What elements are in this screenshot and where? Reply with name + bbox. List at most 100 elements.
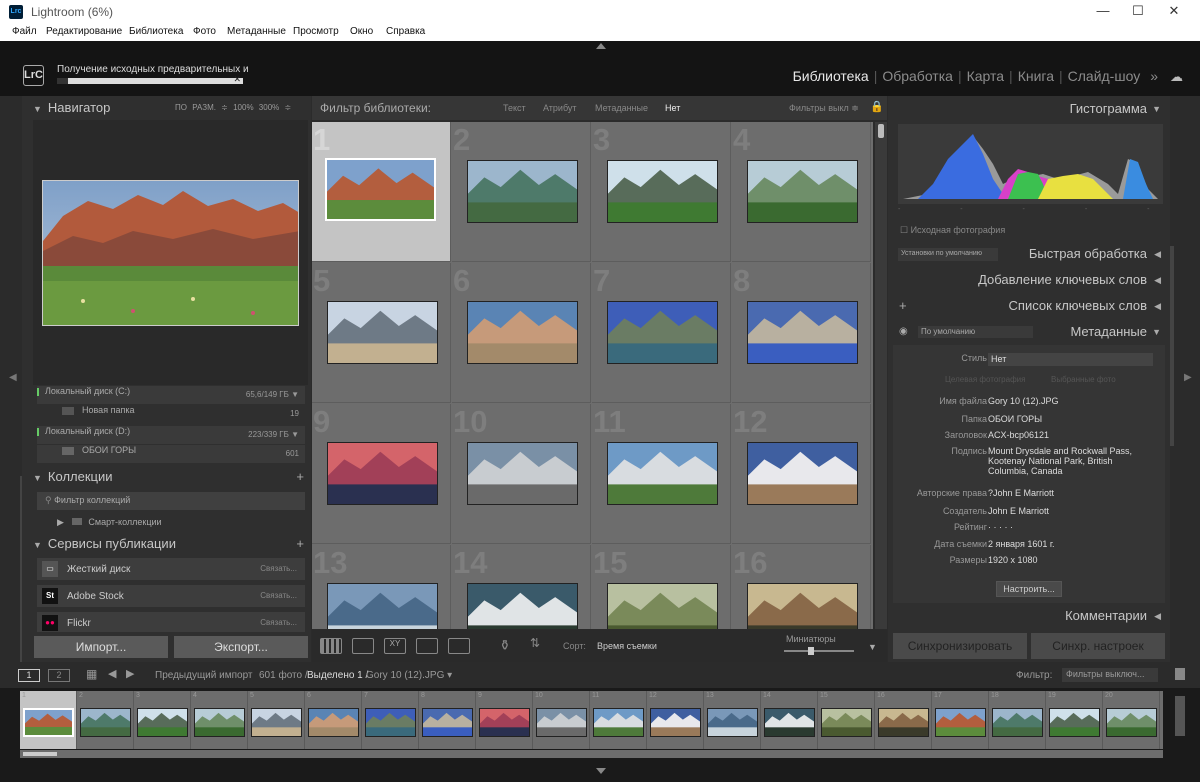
photo-thumbnail[interactable]	[747, 583, 858, 629]
photo-thumbnail[interactable]	[607, 160, 718, 223]
window-2-button[interactable]: 2	[48, 669, 70, 682]
menu-help[interactable]: Справка	[386, 26, 425, 37]
filmstrip-thumbnail[interactable]	[764, 708, 815, 737]
filmstrip-cell[interactable]: 14	[761, 691, 818, 749]
photo-thumbnail[interactable]	[327, 442, 438, 505]
filmstrip-thumbnail[interactable]	[23, 708, 74, 737]
configure-button[interactable]: Настроить...	[996, 581, 1062, 597]
folder-disk-d[interactable]: Локальный диск (D:) 223/339 ГБ ▼	[37, 426, 305, 444]
filmstrip-cell[interactable]: 8	[419, 691, 476, 749]
meta-value[interactable]: ?John E Marriott	[988, 488, 1153, 498]
histogram-header[interactable]: Гистограмма ▼	[893, 98, 1165, 120]
filmstrip-thumbnail[interactable]	[650, 708, 701, 737]
collapse-top-icon[interactable]	[596, 43, 606, 49]
eye-icon[interactable]: ◉	[899, 321, 908, 343]
lock-icon[interactable]: 🔒	[870, 100, 884, 113]
photo-thumbnail[interactable]	[467, 160, 578, 223]
publish-header[interactable]: ▼ Сервисы публикации +	[33, 536, 308, 556]
back-icon[interactable]: ◀	[108, 667, 116, 680]
grid-cell[interactable]: 5	[312, 263, 451, 403]
meta-style-select[interactable]: Нет	[988, 353, 1153, 366]
navigator-image[interactable]	[42, 180, 299, 326]
filmstrip-cell[interactable]: 11	[590, 691, 647, 749]
filmstrip-cell[interactable]: 10	[533, 691, 590, 749]
spray-can-icon[interactable]: ⚱	[499, 637, 511, 654]
filter-text[interactable]: Текст	[503, 103, 526, 113]
collections-header[interactable]: ▼ Коллекции +	[33, 469, 308, 489]
collapse-left-icon[interactable]: ◀	[9, 372, 17, 383]
collapse-bottom-icon[interactable]	[596, 768, 606, 774]
filmstrip-vscroll[interactable]	[1175, 696, 1185, 736]
menu-photo[interactable]: Фото	[193, 26, 216, 37]
more-modules-icon[interactable]: »	[1145, 68, 1163, 84]
quick-develop-preset[interactable]: Установки по умолчанию	[898, 248, 998, 261]
menu-file[interactable]: Файл	[12, 26, 37, 37]
target-photo-tab[interactable]: Целевая фотография	[945, 375, 1025, 384]
photo-thumbnail[interactable]	[467, 442, 578, 505]
menu-window[interactable]: Окно	[350, 26, 373, 37]
close-icon[interactable]: ✕	[1156, 3, 1192, 21]
sync-button[interactable]: Синхронизировать	[893, 633, 1027, 659]
filmstrip-cell[interactable]: 12	[647, 691, 704, 749]
photo-thumbnail[interactable]	[747, 442, 858, 505]
module-book[interactable]: Книга	[1013, 68, 1059, 84]
publish-action[interactable]: Связать...	[260, 618, 297, 627]
forward-icon[interactable]: ▶	[126, 667, 134, 680]
photo-thumbnail[interactable]	[747, 301, 858, 364]
loupe-view-icon[interactable]	[352, 638, 374, 654]
filmstrip-cell[interactable]: 6	[305, 691, 362, 749]
people-view-icon[interactable]	[448, 638, 470, 654]
module-library[interactable]: Библиотека	[788, 68, 874, 84]
grid-cell[interactable]: 9	[312, 404, 451, 544]
export-button[interactable]: Экспорт...	[174, 636, 308, 658]
photo-thumbnail[interactable]	[467, 301, 578, 364]
keyword-add-header[interactable]: Добавление ключевых слов ◀	[893, 269, 1165, 291]
filmstrip-thumbnail[interactable]	[137, 708, 188, 737]
folder-disk-c[interactable]: Локальный диск (C:) 65,6/149 ГБ ▼	[37, 386, 305, 404]
photo-thumbnail[interactable]	[607, 583, 718, 629]
publish-flickr[interactable]: ●● Flickr Связать...	[37, 612, 305, 632]
metadata-preset[interactable]: По умолчанию	[918, 326, 1033, 338]
filter-metadata[interactable]: Метаданные	[595, 103, 648, 113]
menu-view[interactable]: Просмотр	[293, 26, 339, 37]
filter-presets[interactable]: Фильтры выкл ≑	[789, 103, 859, 114]
grid-cell[interactable]: 13	[312, 545, 451, 629]
filmstrip-thumbnail[interactable]	[878, 708, 929, 737]
maximize-icon[interactable]: ☐	[1120, 3, 1156, 21]
grid-cell[interactable]: 14	[452, 545, 591, 629]
filter-switch[interactable]	[1175, 668, 1185, 680]
filmstrip-cell[interactable]: 16	[875, 691, 932, 749]
filmstrip-cell[interactable]: 19	[1046, 691, 1103, 749]
grid-scrollbar[interactable]	[875, 122, 887, 629]
module-slideshow[interactable]: Слайд-шоу	[1063, 68, 1146, 84]
menu-library[interactable]: Библиотека	[129, 26, 183, 37]
menu-edit[interactable]: Редактирование	[46, 26, 122, 37]
compare-view-icon[interactable]: XY	[384, 638, 406, 654]
filmstrip-cell[interactable]: 2	[77, 691, 134, 749]
collapse-right-icon[interactable]: ▶	[1184, 372, 1192, 383]
cloud-sync-icon[interactable]: ☁	[1170, 69, 1183, 85]
filmstrip-thumbnail[interactable]	[1049, 708, 1100, 737]
filmstrip-thumbnail[interactable]	[935, 708, 986, 737]
navigator-zoom[interactable]: ПО РАЗМ. ≑ 100% 300% ≑	[175, 103, 291, 112]
original-photo-checkbox[interactable]: ☐ Исходная фотография	[900, 225, 1005, 236]
filmstrip-thumbnail[interactable]	[479, 708, 530, 737]
publish-adobestock[interactable]: St Adobe Stock Связать...	[37, 585, 305, 607]
survey-view-icon[interactable]	[416, 638, 438, 654]
filmstrip-thumbnail[interactable]	[593, 708, 644, 737]
filmstrip-cell[interactable]: 20	[1103, 691, 1160, 749]
filmstrip-thumbnail[interactable]	[80, 708, 131, 737]
sort-direction-icon[interactable]: ⇅	[530, 636, 540, 650]
grid-cell[interactable]: 4	[732, 122, 871, 262]
filmstrip-filter-select[interactable]: Фильтры выключ...	[1062, 668, 1158, 682]
grid-cell[interactable]: 6	[452, 263, 591, 403]
filmstrip-scrollbar[interactable]	[20, 750, 1163, 758]
module-develop[interactable]: Обработка	[877, 68, 958, 84]
filmstrip-thumbnail[interactable]	[1106, 708, 1157, 737]
cancel-progress-icon[interactable]: ✕	[233, 74, 241, 85]
sort-select[interactable]: Время съемки	[597, 641, 657, 651]
add-keyword-icon[interactable]: +	[899, 295, 907, 317]
selected-photos-tab[interactable]: Выбранные фото	[1051, 375, 1116, 384]
add-publish-icon[interactable]: +	[296, 536, 304, 551]
grid-cell[interactable]: 2	[452, 122, 591, 262]
